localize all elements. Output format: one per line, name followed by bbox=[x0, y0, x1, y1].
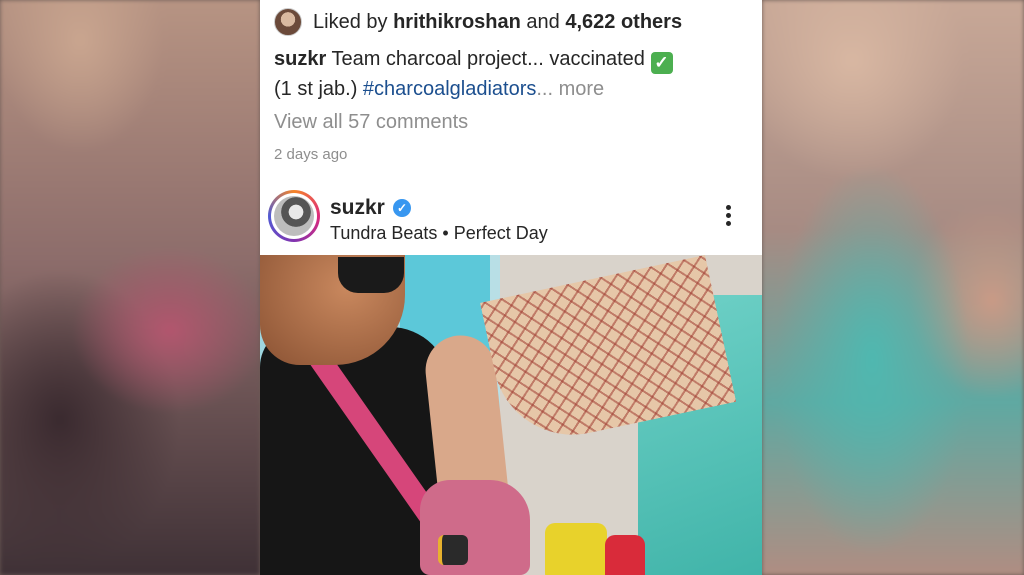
caption-text-line1: Team charcoal project... vaccinated bbox=[326, 48, 651, 70]
post-caption: suzkr Team charcoal project... vaccinate… bbox=[274, 44, 744, 104]
post-music-link[interactable]: Tundra Beats • Perfect Day bbox=[330, 223, 548, 244]
liker-avatar-icon[interactable] bbox=[274, 8, 302, 36]
post-timestamp: 2 days ago bbox=[274, 146, 348, 163]
likes-text[interactable]: Liked by hrithikroshan and 4,622 others bbox=[313, 11, 682, 34]
hashtag-link[interactable]: #charcoalgladiators bbox=[363, 78, 536, 100]
likes-prefix: Liked by bbox=[313, 10, 394, 33]
photo-pink-bag bbox=[420, 480, 530, 575]
post-username-link[interactable]: suzkr bbox=[330, 196, 385, 220]
likes-middle: and bbox=[520, 10, 566, 33]
likes-row[interactable]: Liked by hrithikroshan and 4,622 others bbox=[274, 8, 682, 36]
next-post-header: suzkr ✓ Tundra Beats • Perfect Day bbox=[260, 185, 762, 253]
photo-yellow-bin bbox=[545, 523, 607, 575]
photo-face-mask bbox=[338, 257, 404, 293]
likes-others-link[interactable]: 4,622 others bbox=[565, 11, 682, 33]
profile-avatar-icon bbox=[274, 196, 314, 236]
blurred-background-right bbox=[762, 0, 1024, 575]
story-avatar[interactable] bbox=[268, 190, 320, 242]
check-mark-emoji-icon: ✓ bbox=[650, 52, 673, 74]
photo-red-item bbox=[605, 535, 645, 575]
liker-username-link[interactable]: hrithikroshan bbox=[393, 11, 521, 33]
photo-watch bbox=[438, 535, 468, 565]
verified-badge-icon: ✓ bbox=[393, 199, 411, 217]
more-options-icon[interactable] bbox=[718, 205, 738, 231]
caption-username-link[interactable]: suzkr bbox=[274, 48, 326, 70]
instagram-post-card: Liked by hrithikroshan and 4,622 others … bbox=[260, 0, 762, 575]
post-photo[interactable] bbox=[260, 255, 762, 575]
blurred-background-left bbox=[0, 0, 260, 575]
view-comments-link[interactable]: View all 57 comments bbox=[274, 111, 468, 134]
caption-more-link[interactable]: ... more bbox=[536, 78, 604, 100]
caption-text-line2: (1 st jab.) bbox=[274, 78, 363, 100]
